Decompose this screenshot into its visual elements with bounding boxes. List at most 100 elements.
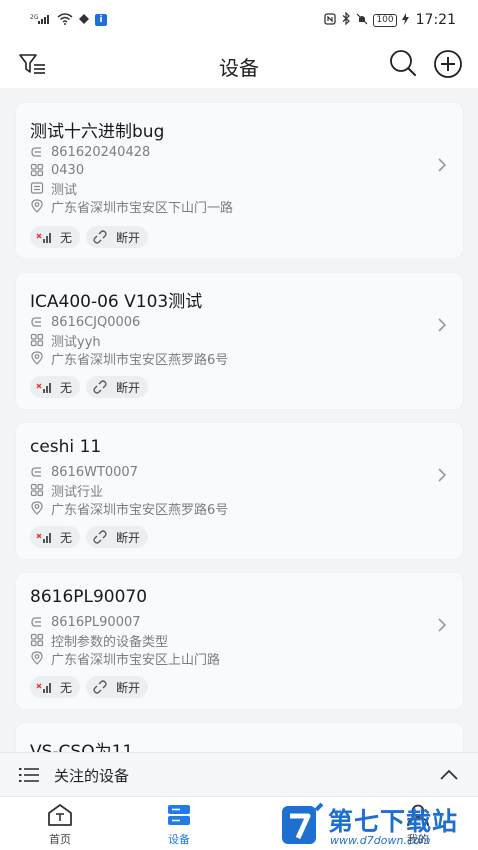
device-group-row: 测试行业 xyxy=(30,481,104,500)
device-card[interactable]: ceshi 11 8616WT0007 测试行业 广东省深圳市宝安区燕罗路6号 … xyxy=(15,422,464,560)
group-icon xyxy=(30,633,44,647)
device-serial: 861620240428 xyxy=(51,144,151,160)
charging-icon xyxy=(401,12,409,28)
device-name: ICA400-06 V103测试 xyxy=(30,292,203,312)
network-type-label: 2G xyxy=(30,14,39,21)
device-serial-row: 8616WT0007 xyxy=(30,463,138,481)
devices-icon xyxy=(168,805,190,825)
bluetooth-icon xyxy=(341,11,351,28)
chevron-up-icon[interactable] xyxy=(438,766,460,784)
device-group-row: 测试yyh xyxy=(30,331,101,350)
link-broken-icon xyxy=(93,530,107,544)
site-watermark: 第七下载站 www.d7down.com xyxy=(280,800,476,850)
no-signal-icon xyxy=(36,683,51,693)
connection-status-label: 断开 xyxy=(116,380,141,395)
device-group-row: 0430 xyxy=(30,161,84,179)
device-address: 广东省深圳市宝安区上山门路 xyxy=(51,652,221,668)
serial-number-icon xyxy=(31,317,41,327)
device-card[interactable]: ICA400-06 V103测试 8616CJQ0006 测试yyh 广东省深圳… xyxy=(15,272,464,410)
chevron-right-icon[interactable] xyxy=(437,157,447,173)
no-signal-icon xyxy=(36,233,51,243)
device-card[interactable]: 测试十六进制bug 861620240428 0430 测试 广东省深圳市宝安区… xyxy=(15,102,464,259)
connection-status-badge: 断开 xyxy=(86,676,149,698)
search-icon[interactable] xyxy=(388,48,418,78)
signal-status-badge: 无 xyxy=(30,226,81,248)
group-icon xyxy=(30,483,44,497)
device-address-row: 广东省深圳市宝安区燕罗路6号 xyxy=(30,499,228,518)
device-group: 0430 xyxy=(51,162,85,178)
no-signal-icon xyxy=(36,533,51,543)
connection-status-badge: 断开 xyxy=(86,376,149,398)
location-pin-icon xyxy=(31,651,43,665)
connection-status-label: 断开 xyxy=(116,680,141,695)
watermark-url: www.d7down.com xyxy=(330,834,431,847)
device-address: 广东省深圳市宝安区下山门一路 xyxy=(51,200,234,216)
clock: 17:21 xyxy=(415,12,456,28)
device-group-row: 控制参数的设备类型 xyxy=(30,631,169,650)
status-bar: 2G i 100 17:21 xyxy=(0,0,478,40)
battery-icon: 100 xyxy=(373,13,397,27)
chevron-right-icon[interactable] xyxy=(437,317,447,333)
device-serial: 8616WT0007 xyxy=(51,464,138,480)
device-card[interactable]: VS-CSQ为11 xyxy=(15,722,464,752)
watermark-site-name: 第七下载站 xyxy=(328,807,459,836)
chevron-right-icon[interactable] xyxy=(437,617,447,633)
nfc-icon xyxy=(324,12,337,28)
serial-number-icon xyxy=(31,617,41,627)
add-device-icon[interactable] xyxy=(432,48,464,80)
device-address-row: 广东省深圳市宝安区下山门一路 xyxy=(30,197,234,216)
signal-status-badge: 无 xyxy=(30,376,81,398)
device-address: 广东省深圳市宝安区燕罗路6号 xyxy=(51,352,229,368)
tab-home-label: 首页 xyxy=(49,833,71,846)
link-broken-icon xyxy=(93,680,107,694)
followed-devices-bar[interactable]: 关注的设备 xyxy=(0,752,478,796)
device-status-tags: 无 断开 xyxy=(30,376,149,398)
device-group: 控制参数的设备类型 xyxy=(51,634,169,650)
list-icon xyxy=(19,768,39,782)
signal-status-label: 无 xyxy=(60,530,73,545)
tab-devices-label: 设备 xyxy=(168,833,190,846)
serial-number-icon xyxy=(31,147,41,157)
device-list[interactable]: 测试十六进制bug 861620240428 0430 测试 广东省深圳市宝安区… xyxy=(0,88,478,752)
signal-status-label: 无 xyxy=(60,680,73,695)
device-industry: 测试 xyxy=(51,182,78,198)
mute-icon xyxy=(356,13,368,28)
device-name: VS-CSQ为11 xyxy=(30,742,134,752)
signal-status-badge: 无 xyxy=(30,526,81,548)
link-broken-icon xyxy=(93,230,107,244)
connection-status-badge: 断开 xyxy=(86,226,149,248)
device-serial-row: 8616PL90007 xyxy=(30,613,141,631)
location-pin-icon xyxy=(31,501,43,515)
device-status-tags: 无 断开 xyxy=(30,526,149,548)
no-signal-icon xyxy=(36,383,51,393)
home-icon xyxy=(48,804,72,826)
tab-home[interactable]: 首页 xyxy=(30,803,90,849)
tab-devices[interactable]: 设备 xyxy=(149,803,209,849)
device-status-tags: 无 断开 xyxy=(30,226,149,248)
location-pin-icon xyxy=(31,199,43,213)
info-notification-icon: i xyxy=(95,14,107,26)
device-address-row: 广东省深圳市宝安区燕罗路6号 xyxy=(30,349,229,368)
followed-devices-label: 关注的设备 xyxy=(54,767,130,785)
wifi-icon xyxy=(57,12,73,28)
device-name: 测试十六进制bug xyxy=(30,122,165,142)
group-icon xyxy=(30,333,44,347)
device-group: 测试行业 xyxy=(51,484,104,500)
device-serial-row: 8616CJQ0006 xyxy=(30,313,140,331)
device-status-tags: 无 断开 xyxy=(30,676,149,698)
top-nav-bar: 设备 xyxy=(0,40,478,88)
device-name: ceshi 11 xyxy=(30,437,102,457)
chevron-right-icon[interactable] xyxy=(437,467,447,483)
device-group: 测试yyh xyxy=(51,334,101,350)
signal-status-label: 无 xyxy=(60,380,73,395)
device-card[interactable]: 8616PL90070 8616PL90007 控制参数的设备类型 广东省深圳市… xyxy=(15,572,464,710)
link-broken-icon xyxy=(93,380,107,394)
cellular-signal-icon: 2G xyxy=(30,13,52,27)
device-serial: 8616CJQ0006 xyxy=(51,314,141,330)
device-industry-row: 测试 xyxy=(30,179,78,198)
connection-status-badge: 断开 xyxy=(86,526,149,548)
device-serial-row: 861620240428 xyxy=(30,143,150,161)
d7down-logo-icon xyxy=(282,802,324,844)
signal-status-label: 无 xyxy=(60,230,73,245)
device-name: 8616PL90070 xyxy=(30,587,148,607)
